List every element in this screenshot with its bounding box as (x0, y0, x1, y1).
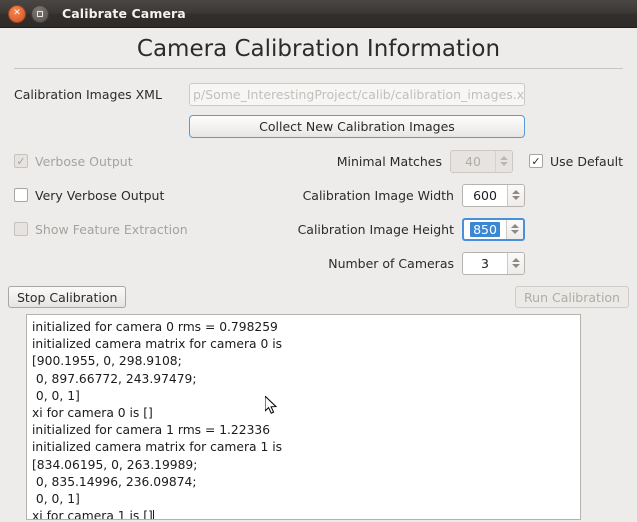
calibration-image-width-cell: Calibration Image Width 600 (302, 183, 623, 207)
checkbox-use-default-box[interactable]: ✓ (529, 154, 543, 168)
number-of-cameras-arrows[interactable] (507, 252, 524, 274)
window-title: Calibrate Camera (62, 6, 186, 21)
checkbox-use-default-label: Use Default (550, 153, 623, 169)
calibration-image-height-value[interactable]: 850 (470, 221, 500, 237)
number-of-cameras-value[interactable]: 3 (463, 253, 507, 274)
page-title: Camera Calibration Information (136, 36, 501, 62)
calibrate-camera-window: ✕ Calibrate Camera Camera Calibration In… (0, 0, 637, 522)
stop-calibration-button[interactable]: Stop Calibration (8, 286, 127, 308)
chevron-down-icon[interactable] (511, 230, 519, 234)
check-icon: ✓ (531, 154, 541, 168)
options-row-1: ✓ Verbose Output Minimal Matches 40 ✓ Us… (0, 144, 637, 178)
calibration-log-output[interactable]: initialized for camera 0 rms = 0.798259 … (26, 314, 581, 520)
calibration-image-height-arrows[interactable] (506, 219, 523, 239)
xml-path-row: Calibration Images XML p/Some_Interestin… (0, 79, 637, 109)
chevron-down-icon (500, 162, 508, 166)
minimal-matches-cell: Minimal Matches 40 ✓ Use Default (314, 149, 623, 173)
log-line: 0, 0, 1] (32, 492, 80, 507)
checkbox-very-verbose-output-box[interactable] (14, 188, 28, 202)
run-calibration-button: Run Calibration (515, 286, 629, 308)
chevron-down-icon[interactable] (512, 196, 520, 200)
minimal-matches-arrows (495, 150, 512, 172)
log-line: 0, 835.14996, 236.09874; (32, 474, 197, 489)
text-caret (152, 510, 154, 519)
verbose-output-cell: ✓ Verbose Output (14, 154, 314, 169)
number-of-cameras-label: Number of Cameras (328, 255, 454, 271)
log-line-last: xi for camera 1 is [] (32, 508, 575, 520)
maximize-icon[interactable] (31, 4, 49, 23)
log-line: 0, 897.66772, 243.97479; (32, 371, 197, 386)
calibration-image-width-stepper[interactable]: 600 (462, 183, 525, 207)
xml-label: Calibration Images XML (14, 86, 162, 102)
checkbox-very-verbose-output[interactable]: Very Verbose Output (14, 188, 164, 203)
log-line: xi for camera 0 is [] (32, 406, 153, 421)
window-content: Camera Calibration Information Calibrati… (0, 28, 637, 521)
log-line: initialized camera matrix for camera 0 i… (32, 337, 283, 352)
checkbox-very-verbose-output-label: Very Verbose Output (35, 187, 165, 203)
checkbox-show-feature-extraction: Show Feature Extraction (14, 222, 188, 237)
xml-path-input[interactable]: p/Some_InterestingProject/calib/calibrat… (189, 82, 525, 106)
calibration-image-height-stepper[interactable]: 850 (462, 217, 525, 241)
chevron-down-icon[interactable] (512, 264, 520, 268)
calibration-image-width-value[interactable]: 600 (463, 185, 507, 206)
checkbox-show-feature-extraction-box (14, 222, 28, 236)
very-verbose-output-cell: Very Verbose Output (14, 188, 303, 203)
log-line: initialized for camera 0 rms = 0.798259 (32, 320, 278, 334)
options-row-4: Number of Cameras 3 (0, 246, 637, 280)
chevron-up-icon[interactable] (512, 190, 520, 194)
log-line: initialized camera matrix for camera 1 i… (32, 440, 283, 455)
calibration-image-width-arrows[interactable] (507, 184, 524, 206)
maximize-glyph (37, 10, 43, 17)
check-icon: ✓ (16, 154, 26, 168)
minimal-matches-value: 40 (465, 153, 481, 169)
log-line: initialized for camera 1 rms = 1.22336 (32, 423, 271, 438)
calibration-actions-row: Stop Calibration Run Calibration (0, 282, 637, 312)
calibration-image-height-label: Calibration Image Height (297, 221, 454, 237)
options-row-2: Very Verbose Output Calibration Image Wi… (0, 178, 637, 212)
checkbox-verbose-output: ✓ Verbose Output (14, 154, 133, 169)
log-line: xi for camera 1 is [] (32, 509, 153, 520)
chevron-up-icon (500, 156, 508, 160)
show-feature-extraction-cell: Show Feature Extraction (14, 222, 298, 237)
checkbox-verbose-output-box: ✓ (14, 154, 28, 168)
collect-new-calibration-images-button[interactable]: Collect New Calibration Images (189, 115, 525, 138)
checkbox-show-feature-extraction-label: Show Feature Extraction (35, 221, 188, 237)
number-of-cameras-cell: Number of Cameras 3 (314, 251, 623, 275)
checkbox-use-default[interactable]: ✓ Use Default (529, 154, 623, 169)
minimal-matches-stepper: 40 (450, 149, 513, 173)
title-divider (14, 68, 623, 69)
calibration-image-width-label: Calibration Image Width (302, 187, 454, 203)
log-line: [834.06195, 0, 263.19989; (32, 457, 198, 472)
log-line: [900.1955, 0, 298.9108; (32, 354, 182, 369)
options-row-3: Show Feature Extraction Calibration Imag… (0, 212, 637, 246)
calibration-image-height-cell: Calibration Image Height 850 (297, 217, 623, 241)
close-icon[interactable]: ✕ (8, 4, 26, 23)
chevron-up-icon[interactable] (512, 258, 520, 262)
xml-path-placeholder: p/Some_InterestingProject/calib/calibrat… (193, 86, 525, 102)
minimal-matches-label: Minimal Matches (336, 153, 442, 169)
number-of-cameras-stepper[interactable]: 3 (462, 251, 525, 275)
title-bar: ✕ Calibrate Camera (0, 0, 637, 28)
chevron-up-icon[interactable] (511, 224, 519, 228)
checkbox-verbose-output-label: Verbose Output (35, 153, 133, 169)
close-glyph: ✕ (13, 8, 21, 18)
calibration-image-height-value-wrap[interactable]: 850 (464, 220, 506, 239)
log-line: 0, 0, 1] (32, 388, 80, 403)
collect-row: Collect New Calibration Images (0, 109, 637, 144)
